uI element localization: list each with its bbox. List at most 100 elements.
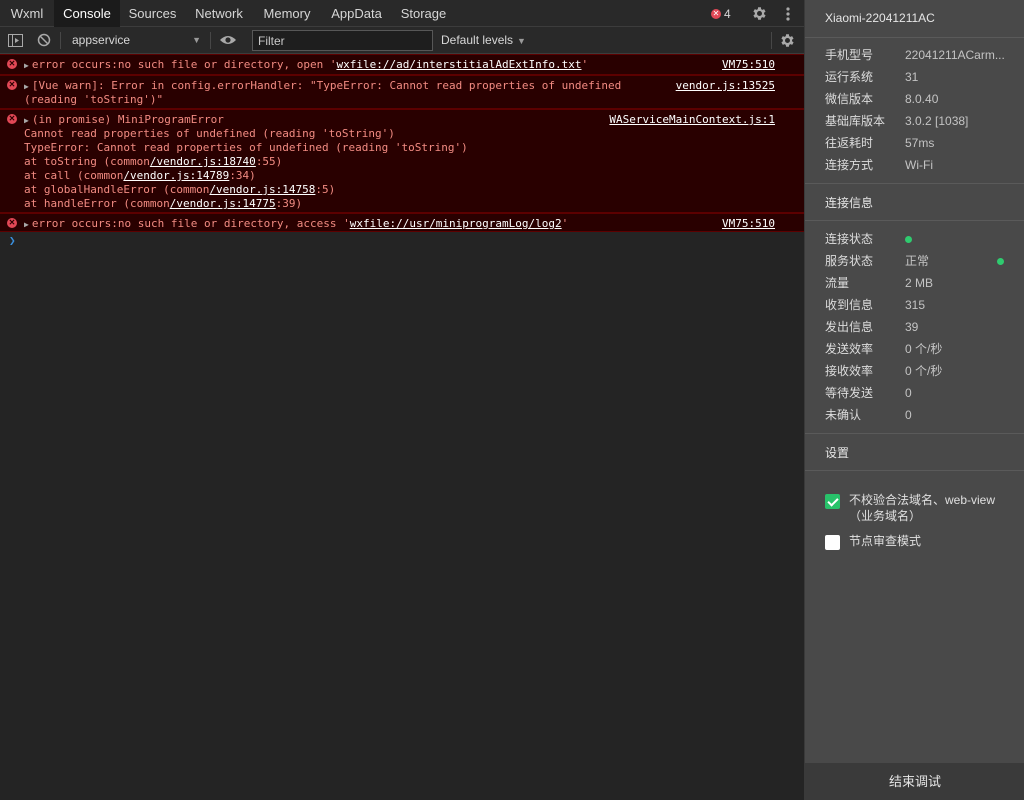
message-line: at toString (common/vendor.js:18740:55)	[24, 155, 282, 169]
message-text: TypeError: Cannot read properties of und…	[24, 141, 468, 154]
console-error-message[interactable]: ✕ ▶ [Vue warn]: Error in config.errorHandl…	[0, 75, 804, 109]
info-key: 等待发送	[825, 386, 874, 400]
expand-triangle-icon[interactable]: ▶	[24, 116, 29, 125]
error-icon: ✕	[7, 114, 17, 124]
option-checkbox[interactable]	[825, 494, 840, 509]
info-row: 连接方式 Wi-Fi	[825, 157, 1015, 173]
info-key: 往返耗时	[825, 136, 874, 150]
devtools-pane: Wxml Console Sources Network Memory AppD…	[0, 0, 804, 800]
info-row: 接收效率 0 个/秒	[825, 363, 1015, 379]
info-value: 39	[905, 320, 919, 334]
caret-down-icon: ▼	[192, 35, 201, 45]
message-text: at toString (common	[24, 155, 150, 168]
tab-sources[interactable]: Sources	[120, 0, 185, 27]
info-row: 等待发送 0	[825, 385, 1015, 401]
error-icon: ✕	[7, 218, 17, 228]
info-value: 315	[905, 298, 926, 312]
console-error-message[interactable]: ✕ ▶ error occurs:no such file or directory…	[0, 54, 804, 75]
message-line: (reading 'toString')"	[24, 93, 163, 107]
info-value: 0 个/秒	[905, 364, 943, 378]
file-link[interactable]: wxfile://ad/interstitialAdExtInfo.txt	[336, 58, 581, 71]
expand-triangle-icon[interactable]: ▶	[24, 61, 29, 70]
info-value: 57ms	[905, 136, 935, 150]
file-link[interactable]: /vendor.js:14758	[209, 183, 315, 196]
divider	[805, 220, 1024, 221]
status-dot-icon	[905, 236, 912, 243]
end-debug-button[interactable]: 结束调试	[805, 763, 1024, 800]
console-toolbar: appservice ▼ Default levels▼	[0, 27, 804, 54]
message-line: ▶ [Vue warn]: Error in config.errorHandle…	[24, 79, 621, 93]
source-link[interactable]: VM75:510	[722, 58, 775, 72]
info-value: 0	[905, 408, 912, 422]
message-line: ▶ (in promise) MiniProgramError	[24, 113, 224, 127]
console-prompt-icon[interactable]: ❯	[9, 234, 16, 247]
tab-wxml[interactable]: Wxml	[0, 0, 54, 27]
console-error-message[interactable]: ✕ ▶ (in promise) MiniProgramError Cannot re…	[0, 109, 804, 213]
message-line: ▶ error occurs:no such file or directory,…	[24, 217, 568, 231]
info-key: 连接状态	[825, 232, 874, 246]
option-checkbox[interactable]	[825, 535, 840, 550]
info-value: 0	[905, 386, 912, 400]
connection-info-title: 连接信息	[825, 196, 874, 210]
message-text: (in promise) MiniProgramError	[31, 113, 224, 126]
console-error-message[interactable]: ✕ ▶ error occurs:no such file or directory…	[0, 213, 804, 232]
message-line: at handleError (common/vendor.js:14775:3…	[24, 197, 302, 211]
sidebar-toggle-icon[interactable]	[8, 27, 23, 53]
info-key: 发出信息	[825, 320, 874, 334]
tab-appdata[interactable]: AppData	[321, 0, 392, 27]
file-link[interactable]: /vendor.js:14789	[123, 169, 229, 182]
caret-down-icon: ▼	[517, 36, 526, 46]
message-text: '	[561, 217, 569, 230]
source-link[interactable]: VM75:510	[722, 217, 775, 231]
devtools-tabbar: Wxml Console Sources Network Memory AppD…	[0, 0, 804, 27]
message-text: error occurs:no such file or directory, …	[31, 58, 337, 71]
file-link[interactable]: /vendor.js:18740	[150, 155, 256, 168]
context-select-value: appservice	[72, 33, 131, 47]
log-levels-dropdown[interactable]: Default levels ▼	[441, 30, 526, 51]
option-label[interactable]: 不校验合法域名、web-view（业务域名）	[849, 492, 1009, 524]
error-counter[interactable]: ✕ 4	[711, 0, 731, 27]
toolbar-divider	[60, 32, 61, 49]
info-key: 微信版本	[825, 92, 874, 106]
file-link[interactable]: wxfile://usr/miniprogramLog/log2	[350, 217, 562, 230]
tab-console[interactable]: Console	[54, 0, 120, 27]
info-row: 发出信息 39	[825, 319, 1015, 335]
info-key: 流量	[825, 276, 850, 290]
info-row: 手机型号 22041211ACarm...	[825, 47, 1015, 63]
option-label[interactable]: 节点审查模式	[849, 533, 1009, 549]
console-settings-gear-icon[interactable]	[779, 27, 796, 53]
remote-debug-panel: Xiaomi-22041211AC 手机型号 22041211ACarm... 运行…	[804, 0, 1024, 800]
info-value: 2 MB	[905, 276, 934, 290]
message-line: TypeError: Cannot read properties of und…	[24, 141, 468, 155]
context-select[interactable]: appservice ▼	[63, 30, 205, 51]
expand-triangle-icon[interactable]: ▶	[24, 82, 29, 91]
info-key: 服务状态	[825, 254, 874, 268]
info-value: 22041211ACarm...	[905, 48, 1005, 62]
info-value: Wi-Fi	[905, 158, 933, 172]
info-row: 运行系统 31	[825, 69, 1015, 85]
info-key: 接收效率	[825, 364, 874, 378]
divider	[805, 183, 1024, 184]
file-link[interactable]: /vendor.js:14775	[170, 197, 276, 210]
info-key: 手机型号	[825, 48, 874, 62]
info-key: 运行系统	[825, 70, 874, 84]
info-key: 发送效率	[825, 342, 874, 356]
filter-input[interactable]	[252, 30, 433, 51]
message-line: at globalHandleError (common/vendor.js:1…	[24, 183, 335, 197]
tab-memory[interactable]: Memory	[253, 0, 321, 27]
eye-icon[interactable]	[219, 27, 237, 53]
info-key: 收到信息	[825, 298, 874, 312]
tab-storage[interactable]: Storage	[392, 0, 455, 27]
info-value: 8.0.40	[905, 92, 939, 106]
source-link[interactable]: vendor.js:13525	[676, 79, 775, 93]
clear-console-icon[interactable]	[37, 27, 51, 53]
info-value: 31	[905, 70, 919, 84]
expand-triangle-icon[interactable]: ▶	[24, 220, 29, 229]
settings-gear-icon[interactable]	[751, 0, 768, 27]
source-link[interactable]: WAServiceMainContext.js:1	[609, 113, 775, 127]
divider	[805, 470, 1024, 471]
message-line: Cannot read properties of undefined (rea…	[24, 127, 395, 141]
more-menu-icon[interactable]	[784, 0, 792, 27]
message-text: at handleError (common	[24, 197, 170, 210]
tab-network[interactable]: Network	[185, 0, 253, 27]
